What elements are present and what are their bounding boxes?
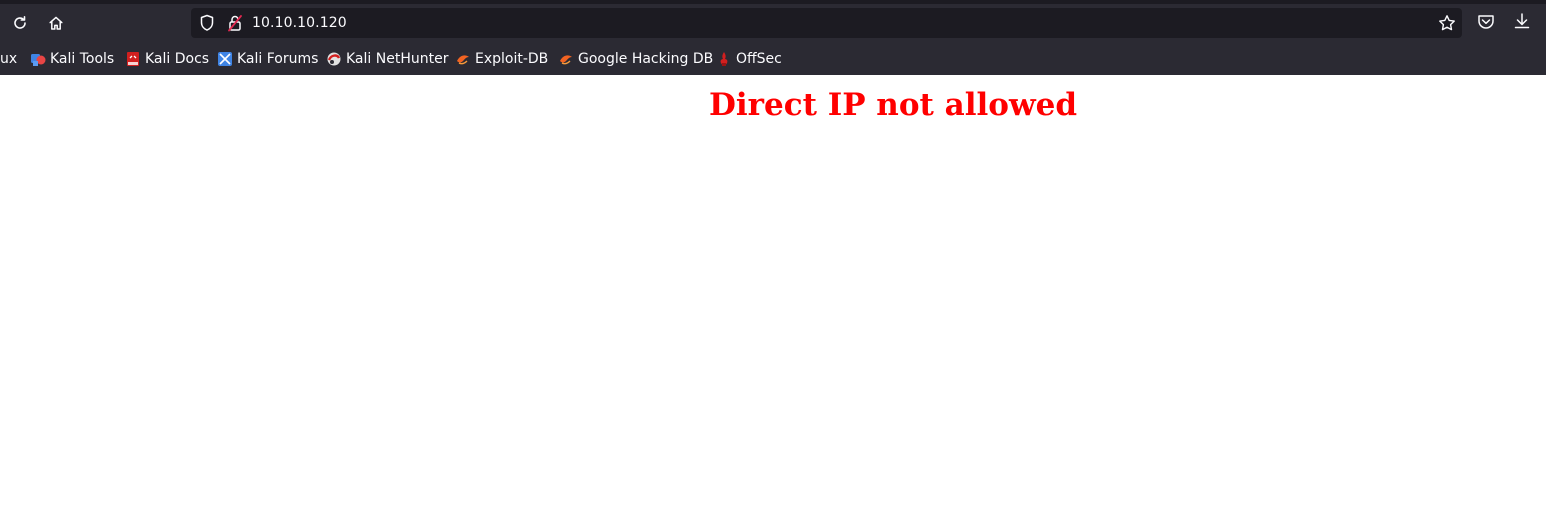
lock-icon[interactable] — [227, 14, 243, 36]
bookmark-kali-docs[interactable]: Kali Docs — [125, 46, 209, 72]
pocket-button[interactable] — [1476, 11, 1496, 37]
url-text[interactable]: 10.10.10.120 — [252, 14, 347, 32]
address-bar[interactable]: 10.10.10.120 — [191, 8, 1462, 38]
bookmark-label: Kali Forums — [237, 51, 319, 67]
bookmarks-toolbar: ux Kali Tools Kali Docs Kali Forums Kali… — [0, 46, 1546, 72]
bookmark-label: Kali Tools — [50, 51, 115, 67]
bookmark-label: OffSec — [736, 51, 782, 67]
reload-button[interactable] — [8, 11, 32, 35]
bookmark-offsec[interactable]: OffSec — [716, 46, 782, 72]
kali-forums-icon — [218, 52, 232, 66]
downloads-button[interactable] — [1512, 11, 1532, 37]
kali-tools-icon — [31, 54, 46, 66]
bookmark-label: Kali NetHunter — [346, 51, 449, 67]
bookmark-kali-forums[interactable]: Kali Forums — [217, 46, 318, 72]
bookmark-kali-nethunter[interactable]: Kali NetHunter — [326, 46, 448, 72]
pocket-icon — [1478, 15, 1494, 29]
tab-strip-edge — [0, 0, 1546, 4]
bookmark-kali-linux[interactable]: ux — [0, 46, 17, 72]
bookmark-google-hacking-db[interactable]: Google Hacking DB — [558, 46, 713, 72]
browser-chrome: 10.10.10.120 ux Kali Tools Kali Docs Kal… — [0, 0, 1546, 75]
kali-docs-icon — [127, 52, 139, 66]
shield-icon[interactable] — [199, 14, 215, 36]
ghdb-icon — [560, 55, 572, 65]
bookmark-kali-tools[interactable]: Kali Tools — [30, 46, 114, 72]
bookmark-label: Kali Docs — [145, 51, 210, 67]
exploit-db-icon — [457, 55, 469, 65]
download-icon — [1514, 13, 1530, 29]
page-heading: Direct IP not allowed — [709, 87, 1078, 123]
bookmark-exploit-db[interactable]: Exploit-DB — [455, 46, 548, 72]
bookmark-star-icon[interactable] — [1438, 14, 1456, 36]
page-content: Direct IP not allowed — [0, 75, 1546, 524]
reload-icon — [14, 16, 26, 29]
kali-nethunter-icon — [327, 52, 341, 66]
bookmark-label: Google Hacking DB — [578, 51, 714, 67]
offsec-icon — [720, 52, 728, 66]
home-icon — [49, 16, 63, 30]
bookmark-label: ux — [0, 51, 18, 67]
bookmark-label: Exploit-DB — [475, 51, 549, 67]
home-button[interactable] — [44, 11, 68, 35]
